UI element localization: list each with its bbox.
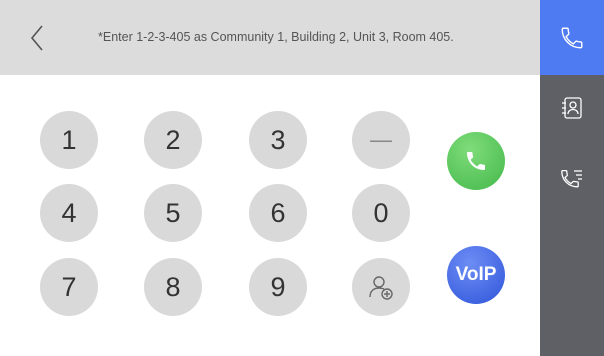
- chevron-left-icon: [30, 25, 43, 51]
- contacts-icon: [562, 97, 582, 119]
- top-bar: *Enter 1-2-3-405 as Community 1, Buildin…: [0, 0, 540, 75]
- sidebar-item-call[interactable]: [540, 0, 604, 75]
- back-button[interactable]: [22, 22, 52, 54]
- key-dash[interactable]: —: [352, 111, 410, 169]
- key-4[interactable]: 4: [40, 184, 98, 242]
- key-9[interactable]: 9: [249, 258, 307, 316]
- key-3[interactable]: 3: [249, 111, 307, 169]
- sidebar-item-call-log[interactable]: [540, 158, 604, 202]
- phone-icon: [467, 152, 485, 170]
- voip-button[interactable]: VoIP: [447, 246, 505, 304]
- key-6[interactable]: 6: [249, 184, 307, 242]
- key-5[interactable]: 5: [144, 184, 202, 242]
- phone-icon: [561, 27, 583, 48]
- key-0[interactable]: 0: [352, 184, 410, 242]
- call-log-icon: [561, 169, 582, 188]
- add-contact-button[interactable]: [352, 258, 410, 316]
- dial-hint: *Enter 1-2-3-405 as Community 1, Buildin…: [98, 30, 454, 44]
- key-8[interactable]: 8: [144, 258, 202, 316]
- sidebar-item-contacts[interactable]: [540, 86, 604, 130]
- add-contact-icon: [369, 276, 393, 300]
- sidebar: [540, 0, 604, 356]
- call-button[interactable]: [447, 132, 505, 190]
- key-7[interactable]: 7: [40, 258, 98, 316]
- key-2[interactable]: 2: [144, 111, 202, 169]
- key-1[interactable]: 1: [40, 111, 98, 169]
